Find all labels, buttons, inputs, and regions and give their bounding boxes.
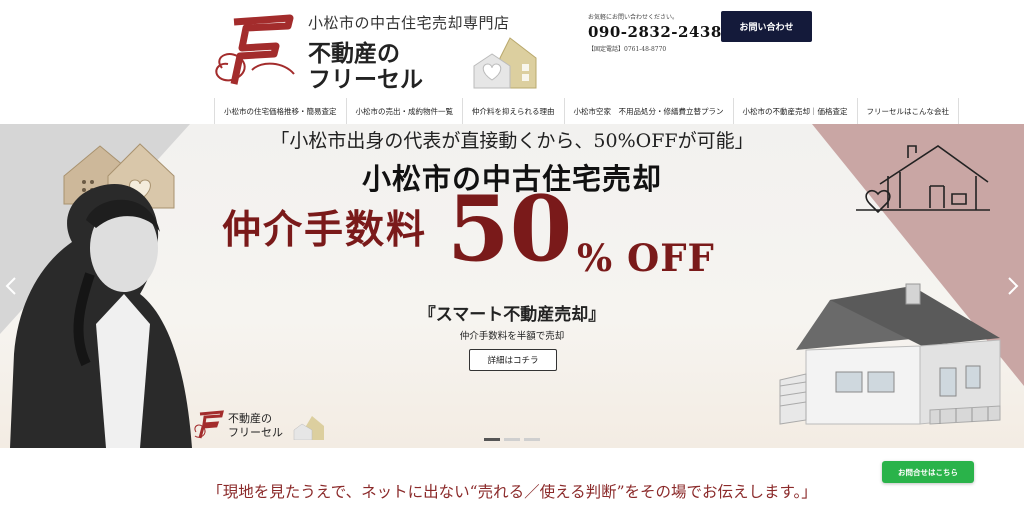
floating-contact-button[interactable]: お問合せはこちら: [882, 461, 974, 483]
hero-service-name: 『スマート不動産売却』: [418, 305, 606, 325]
nav-item-company[interactable]: フリーセルはこんな会社: [856, 98, 959, 124]
F-monogram-mini-icon: [194, 410, 224, 439]
details-button[interactable]: 詳細はコチラ: [469, 349, 557, 371]
mini-logo-line2: フリーセル: [228, 426, 283, 439]
contact-info: お気軽にお問い合わせください。 090-2832-2438 【固定電話】0761…: [588, 12, 721, 53]
slider-dot[interactable]: [524, 438, 540, 441]
chevron-right-icon[interactable]: [1006, 276, 1020, 296]
nav-item-fee-reason[interactable]: 仲介料を抑えられる理由: [462, 98, 564, 124]
F-monogram-logo-icon: [215, 14, 295, 85]
contact-button[interactable]: お問い合わせ: [721, 11, 812, 42]
slider-dots: [484, 438, 540, 441]
phone-number[interactable]: 090-2832-2438: [588, 23, 721, 41]
site-header: 小松市の中古住宅売却専門店 不動産の フリーセル お気軽にお問い合わせください。…: [0, 0, 1024, 97]
hero-fee-label: 仲介手数料: [222, 207, 428, 253]
chevron-left-icon[interactable]: [4, 276, 18, 296]
house-heart-icon: [473, 37, 537, 89]
logo-brand-line2: フリーセル: [308, 66, 423, 93]
landline-number: 【固定電話】0761-48-8770: [588, 46, 667, 53]
hero-catchphrase: 「小松市出身の代表が直接動くから、50%OFFが可能」: [270, 130, 754, 152]
mini-house-icon: [293, 416, 324, 440]
nav-item-appraisal[interactable]: 小松市の不動産売却｜価格査定: [732, 98, 857, 124]
hero-service-desc: 仲介手数料を半額で売却: [459, 331, 565, 342]
nav-item-vacant-house-plan[interactable]: 小松市空家 不用品処分・修繕費立替プラン: [563, 98, 733, 124]
slider-dot[interactable]: [484, 438, 500, 441]
hero-mini-logo: 不動産の フリーセル: [192, 406, 332, 442]
main-nav: 小松市の住宅価格推移・簡易査定 小松市の売出・成約物件一覧 仲介料を抑えられる理…: [214, 98, 959, 124]
contact-small-text: お気軽にお問い合わせください。: [588, 14, 679, 21]
logo-tagline: 小松市の中古住宅売却専門店: [308, 14, 510, 32]
nav-item-price-trend[interactable]: 小松市の住宅価格推移・簡易査定: [214, 98, 346, 124]
intro-message: 「現地を見たうえで、ネットに出ない“売れる／使える判断”をその場でお伝えします。…: [207, 483, 817, 501]
hero-discount-off: % OFF: [577, 236, 715, 280]
hero-discount-number: 50: [447, 176, 573, 282]
nav-item-listings[interactable]: 小松市の売出・成約物件一覧: [345, 98, 463, 124]
hero-slider: 「小松市出身の代表が直接動くから、50%OFFが可能」 小松市の中古住宅売却 仲…: [0, 124, 1024, 448]
slider-dot[interactable]: [504, 438, 520, 441]
site-logo[interactable]: 小松市の中古住宅売却専門店 不動産の フリーセル: [212, 8, 542, 93]
